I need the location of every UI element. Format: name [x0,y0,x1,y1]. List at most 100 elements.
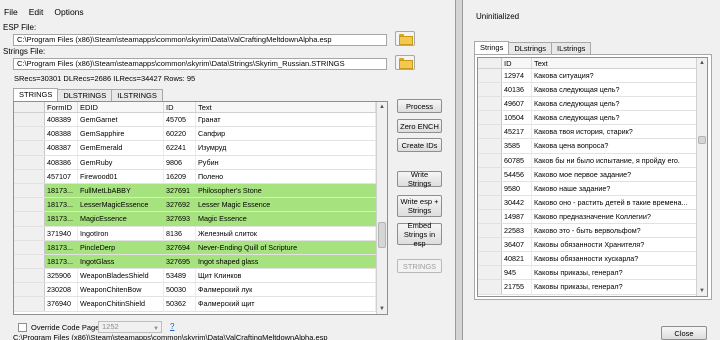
cell-id[interactable]: 327693 [164,212,196,226]
tab-strings[interactable]: STRINGS [13,88,59,101]
row-header[interactable] [478,97,502,111]
cell-edid[interactable]: WeaponBladesShield [78,269,164,283]
menu-options[interactable]: Options [54,7,83,20]
cell-formid[interactable]: 457107 [45,169,78,183]
table-row[interactable]: 408387 GemEmerald 62241 Изумруд [14,141,387,156]
cell-id[interactable]: 16209 [164,169,196,183]
cell-edid[interactable]: Firewood01 [78,169,164,183]
table-row[interactable]: 457107 Firewood01 16209 Полено [14,169,387,184]
cell-formid[interactable]: 18173... [45,183,78,198]
close-button[interactable]: Close [661,326,707,340]
table-row[interactable]: 18173... MagicEssence 327693 Magic Essence [14,212,387,227]
table-row[interactable]: 371940 IngotIron 8136 Железный слиток [14,226,387,241]
cell-text[interactable]: Какова следующая цель? [532,111,697,125]
cell-text[interactable]: Каковы приказы, генерал? [532,266,697,280]
table-row[interactable]: 10504 Какова следующая цель? [478,111,707,126]
cell-text[interactable]: Lesser Magic Essence [196,198,376,212]
cell-formid[interactable]: 408386 [45,155,78,169]
cell-id[interactable]: 62241 [164,141,196,155]
cell-id[interactable]: 40136 [502,83,532,97]
col-formid[interactable]: FormID [45,102,78,112]
create-ids-button[interactable]: Create IDs [397,138,442,152]
row-header[interactable] [478,224,502,238]
row-header[interactable] [14,155,45,169]
row-header[interactable] [478,266,502,280]
cell-id[interactable]: 3585 [502,139,532,153]
grid-scrollbar[interactable]: ▲ ▼ [376,102,387,314]
cell-text[interactable]: Magic Essence [196,212,376,226]
cell-formid[interactable]: 408389 [45,113,78,127]
cell-id[interactable]: 45217 [502,125,532,139]
cell-id[interactable]: 14987 [502,209,532,224]
cell-id[interactable]: 21755 [502,280,532,294]
row-header[interactable] [14,183,45,198]
row-header[interactable] [14,240,45,254]
row-header[interactable] [478,280,502,294]
row-header[interactable] [478,181,502,195]
strings-browse-button[interactable] [395,55,415,70]
scroll-up-icon[interactable]: ▲ [697,58,707,68]
table-row[interactable]: 40821 Каковы обязанности хускарла? [478,252,707,267]
cell-formid[interactable]: 18173... [45,198,78,212]
cell-text[interactable]: Каково оно - растить детей в такие време… [532,195,697,209]
cell-text[interactable]: Рубин [196,155,376,169]
write-esp-strings-button[interactable]: Write esp + Strings [397,195,442,217]
table-row[interactable]: 30442 Каково оно - растить детей в такие … [478,195,707,210]
cell-id[interactable]: 22583 [502,224,532,238]
scroll-up-icon[interactable]: ▲ [377,102,387,112]
table-row[interactable]: 12974 Какова ситуация? [478,69,707,84]
row-header[interactable] [14,113,45,127]
cell-text[interactable]: Philosopher's Stone [196,183,376,198]
right-grid-scrollbar[interactable]: ▲ ▼ [696,58,707,296]
scroll-thumb[interactable] [378,222,386,248]
cell-text[interactable]: Каково предназначение Коллегии? [532,209,697,224]
cell-text[interactable]: Каково наше задание? [532,181,697,195]
table-row[interactable]: 21755 Каковы приказы, генерал? [478,280,707,295]
table-row[interactable]: 408386 GemRuby 9806 Рубин [14,155,387,170]
cell-text[interactable]: Полено [196,169,376,183]
cell-id[interactable]: 9580 [502,181,532,195]
cell-formid[interactable]: 408387 [45,141,78,155]
cell-id[interactable]: 9806 [164,155,196,169]
code-page-select[interactable]: 1252 ▼ [98,321,162,333]
table-row[interactable]: 22583 Каково это - быть вервольфом? [478,224,707,239]
row-header[interactable] [478,252,502,266]
cell-formid[interactable]: 325906 [45,269,78,283]
table-row[interactable]: 40136 Какова следующая цель? [478,83,707,98]
table-row[interactable]: 54456 Каково мое первое задание? [478,167,707,182]
cell-text[interactable]: Сапфир [196,127,376,141]
table-row[interactable]: 945 Каковы приказы, генерал? [478,266,707,281]
cell-text[interactable]: Каков бы ни было испытание, я пройду его… [532,153,697,167]
cell-text[interactable]: Фалмерский щит [196,297,376,311]
row-header[interactable] [478,139,502,153]
table-row[interactable]: 18173... IngotGlass 327695 Ingot shaped gla… [14,254,387,270]
cell-text[interactable]: Ingot shaped glass [196,254,376,269]
cell-edid[interactable]: IngotGlass [78,254,164,269]
row-header[interactable] [478,238,502,252]
row-header[interactable] [14,297,45,311]
cell-id[interactable]: 36407 [502,238,532,252]
row-header[interactable] [14,254,45,269]
cell-text[interactable]: Железный слиток [196,226,376,240]
cell-formid[interactable]: 18173... [45,212,78,226]
tab-ilstrings-right[interactable]: ILstrings [551,42,592,54]
row-header[interactable] [478,111,502,125]
cell-id[interactable]: 40821 [502,252,532,266]
zero-ench-button[interactable]: Zero ENCH [397,119,442,133]
row-header[interactable] [478,167,502,181]
cell-text[interactable]: Какова ситуация? [532,69,697,83]
row-header[interactable] [14,269,45,283]
cell-edid[interactable]: LesserMagicEssence [78,198,164,212]
row-header[interactable] [478,195,502,209]
cell-id[interactable]: 8136 [164,226,196,240]
cell-formid[interactable]: 18173... [45,240,78,254]
esp-file-input[interactable]: C:\Program Files (x86)\Steam\steamapps\c… [13,34,387,46]
menu-file[interactable]: File [4,7,18,20]
table-row[interactable]: 376940 WeaponChitinShield 50362 Фалмерский … [14,297,387,312]
cell-text[interactable]: Каково это - быть вервольфом? [532,224,697,238]
cell-id[interactable]: 30442 [502,195,532,209]
cell-edid[interactable]: FullMetLbABBY [78,183,164,198]
cell-id[interactable]: 12974 [502,69,532,83]
scroll-down-icon[interactable]: ▼ [697,286,707,296]
col-edid[interactable]: EDID [78,102,164,112]
